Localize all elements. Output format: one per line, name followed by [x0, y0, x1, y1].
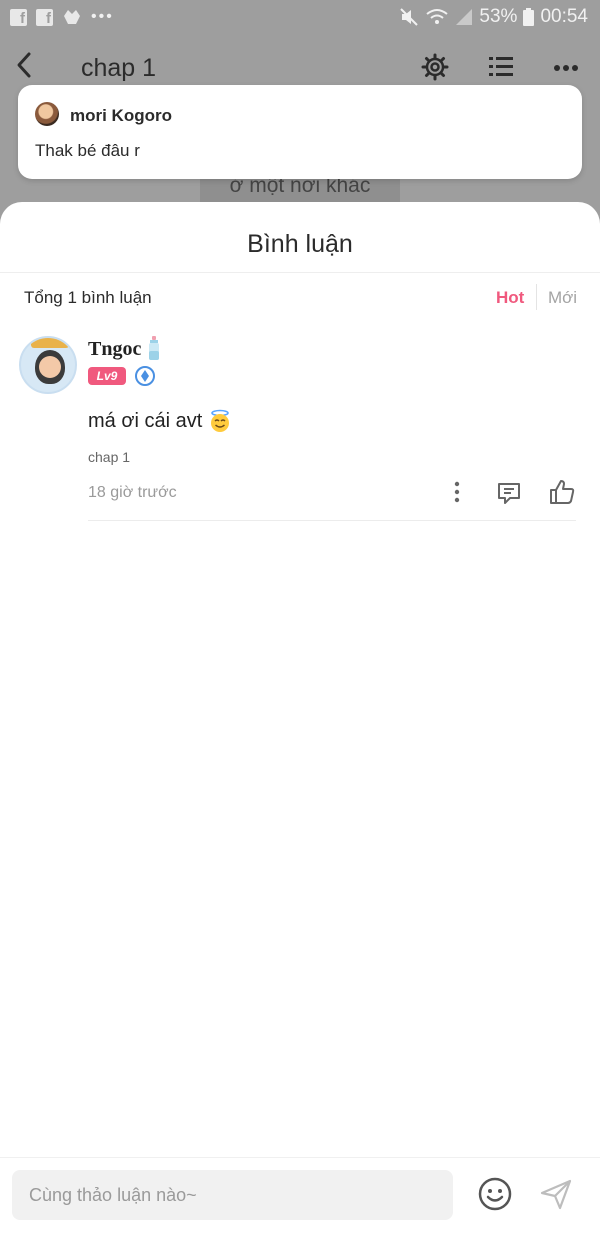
tab-divider — [536, 284, 537, 310]
back-arrow-icon[interactable] — [12, 50, 38, 80]
clock: 00:54 — [540, 6, 588, 27]
signal-icon — [456, 9, 473, 25]
facebook-icon: f — [10, 8, 27, 27]
comments-sheet: Bình luận Tổng 1 bình luận Hot Mới Tngoc… — [0, 202, 600, 1233]
level-badge: Lv9 — [88, 367, 126, 385]
comment-count: Tổng 1 bình luận — [24, 288, 152, 307]
notification-username: mori Kogoro — [70, 106, 172, 125]
tab-hot[interactable]: Hot — [496, 288, 524, 308]
sheet-title: Bình luận — [247, 230, 353, 258]
battery-icon — [523, 8, 535, 26]
composer-divider — [0, 1157, 600, 1158]
comment-chapter: chap 1 — [88, 449, 131, 465]
gear-icon[interactable] — [421, 53, 449, 81]
comment-input[interactable] — [12, 1170, 453, 1220]
mute-icon — [400, 8, 419, 26]
smiling-halo-emoji-icon — [211, 409, 230, 432]
notification-message: Thak bé đâu r — [35, 141, 140, 160]
commenter-username[interactable]: Tngoc — [88, 338, 141, 361]
comment-notification-toast[interactable]: mori Kogoro Thak bé đâu r — [18, 85, 582, 179]
divider — [0, 272, 600, 273]
facebook-icon: f — [36, 8, 53, 27]
comment-text: má ơi cái avt — [88, 409, 203, 432]
baby-bottle-icon — [149, 336, 159, 360]
wifi-icon — [426, 9, 449, 24]
app-notification-icon — [64, 10, 80, 24]
comment-timestamp: 18 giờ trước — [88, 484, 177, 501]
send-icon[interactable] — [538, 1176, 574, 1212]
chapter-list-icon[interactable] — [488, 54, 514, 80]
more-notifications-icon: ••• — [91, 8, 114, 25]
chapter-title: chap 1 — [81, 54, 157, 82]
like-thumb-icon[interactable] — [548, 478, 576, 506]
comment-divider — [88, 520, 576, 521]
commenter-avatar[interactable] — [19, 336, 77, 394]
rank-diamond-icon — [135, 366, 155, 386]
tab-newest[interactable]: Mới — [548, 288, 577, 308]
comment-body: má ơi cái avt — [88, 409, 232, 433]
more-options-icon[interactable] — [553, 64, 579, 72]
avatar-face — [39, 356, 61, 378]
battery-percent: 53% — [479, 6, 518, 27]
avatar-frame-badge — [31, 338, 69, 348]
comment-options-icon[interactable] — [449, 480, 465, 504]
status-bar: f f ••• 53% 00:54 — [0, 0, 600, 36]
reply-icon[interactable] — [496, 480, 522, 506]
emoji-icon[interactable] — [477, 1176, 513, 1212]
avatar — [35, 102, 59, 126]
